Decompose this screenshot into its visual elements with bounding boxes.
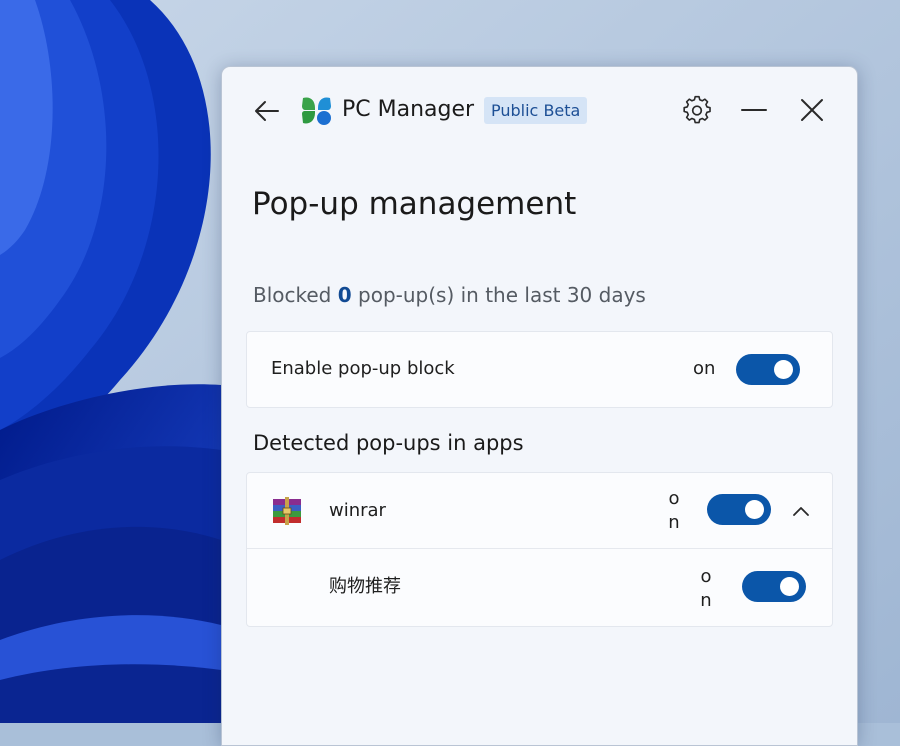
chevron-up-icon (793, 507, 809, 516)
subitem-state: on (700, 566, 712, 611)
blocked-suffix: pop-up(s) in the last 30 days (351, 283, 646, 307)
pc-manager-window: PC Manager Public Beta Pop-up management… (221, 66, 858, 746)
app-state-winrar: on (668, 488, 680, 533)
toggle-knob (745, 500, 764, 519)
enable-popup-block-toggle[interactable] (736, 354, 800, 385)
app-toggle-winrar[interactable] (707, 494, 771, 525)
toggle-knob (780, 577, 799, 596)
app-name-winrar: winrar (329, 500, 386, 521)
page-title: Pop-up management (252, 186, 577, 222)
detected-popups-title: Detected pop-ups in apps (253, 431, 524, 455)
blocked-prefix: Blocked (253, 283, 338, 307)
enable-popup-block-state: on (693, 358, 716, 379)
detected-apps-card: winrar on 购物推荐 on (246, 472, 833, 627)
back-button[interactable] (252, 96, 282, 126)
blocked-summary: Blocked 0 pop-up(s) in the last 30 days (253, 280, 646, 310)
minimize-button[interactable] (737, 93, 771, 127)
pc-manager-logo-icon (301, 95, 332, 126)
settings-button[interactable] (680, 93, 714, 127)
gear-icon (683, 95, 711, 124)
winrar-archive-icon (272, 497, 302, 525)
arrow-left-icon (255, 101, 279, 121)
minimize-icon (741, 109, 767, 111)
app-title: PC Manager (342, 97, 475, 122)
title-bar: PC Manager Public Beta (222, 67, 857, 155)
app-row-winrar[interactable]: winrar on (247, 473, 832, 549)
close-icon (801, 99, 823, 121)
subitem-toggle[interactable] (742, 571, 806, 602)
public-beta-badge: Public Beta (484, 97, 588, 124)
blocked-count: 0 (337, 283, 352, 307)
enable-popup-block-label: Enable pop-up block (271, 358, 455, 379)
enable-popup-block-card: Enable pop-up block on (246, 331, 833, 408)
subitem-row: 购物推荐 on (247, 549, 832, 627)
collapse-button[interactable] (787, 497, 815, 525)
subitem-label: 购物推荐 (329, 576, 401, 597)
toggle-knob (774, 360, 793, 379)
close-button[interactable] (795, 93, 829, 127)
